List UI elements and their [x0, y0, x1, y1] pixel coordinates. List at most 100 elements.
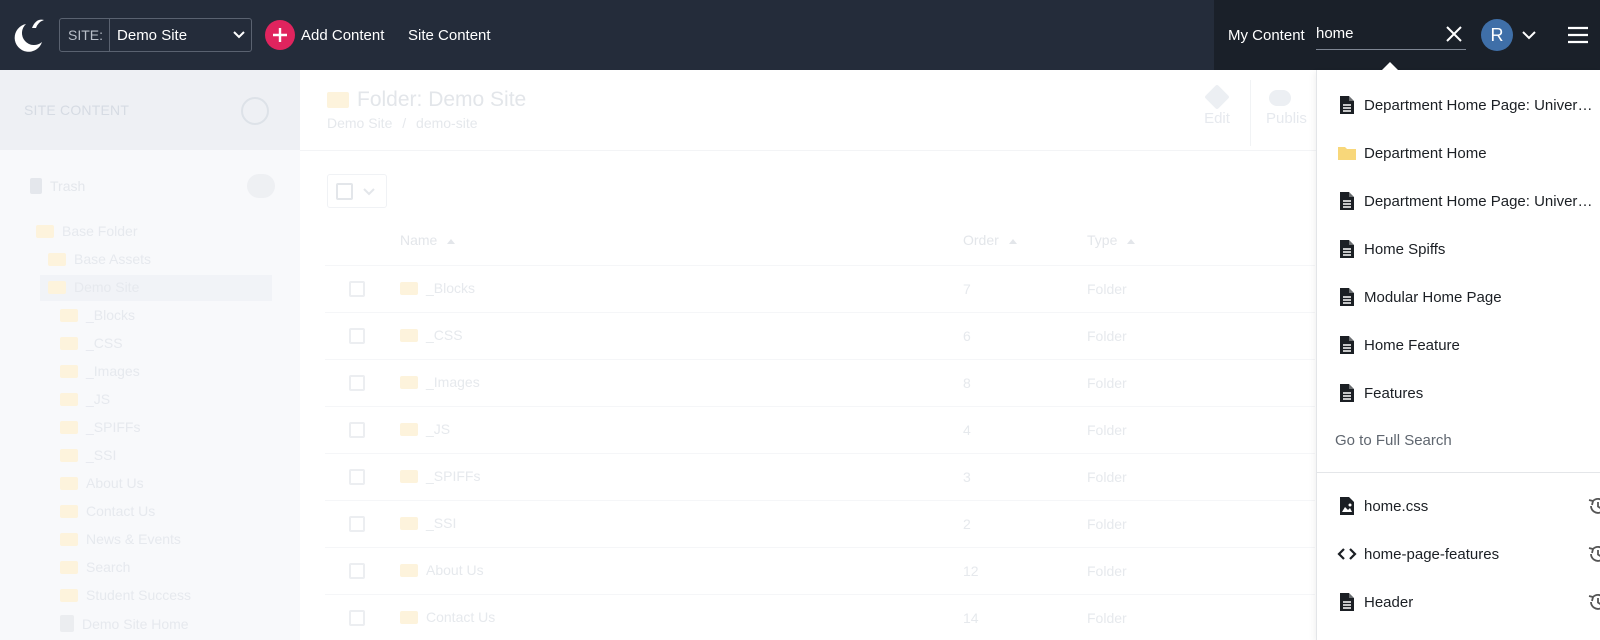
row-checkbox[interactable]	[349, 469, 365, 485]
row-name[interactable]: _Images	[400, 374, 480, 390]
select-all-checkbox[interactable]	[336, 183, 353, 200]
tree-item[interactable]: About Us	[60, 475, 144, 491]
row-checkbox[interactable]	[349, 563, 365, 579]
folder-icon	[400, 422, 418, 436]
result-label: home.css	[1364, 497, 1429, 515]
recent-item[interactable]: home.css	[1337, 486, 1600, 526]
row-checkbox[interactable]	[349, 328, 365, 344]
column-header-name[interactable]: Name	[400, 232, 456, 248]
tree-item-label: _Blocks	[86, 307, 136, 323]
table-row[interactable]: _Images 8 Folder	[325, 359, 1315, 405]
folder-icon	[60, 448, 78, 462]
page-title: Folder: Demo Site	[327, 88, 526, 112]
table-row[interactable]: _JS 4 Folder	[325, 406, 1315, 452]
tree-item[interactable]: Demo Site	[48, 279, 139, 295]
search-result-item[interactable]: Home Feature	[1337, 325, 1599, 365]
row-checkbox[interactable]	[349, 610, 365, 626]
tree-item-label: Base Assets	[74, 251, 152, 267]
chevron-down-icon[interactable]	[1520, 26, 1538, 44]
close-icon[interactable]	[1444, 24, 1464, 44]
chevron-down-icon	[227, 19, 251, 51]
row-order: 3	[963, 469, 971, 485]
tree-item[interactable]: Demo Site Home	[60, 615, 189, 632]
hamburger-menu-icon[interactable]	[1567, 25, 1589, 45]
search-result-item[interactable]: Modular Home Page	[1337, 277, 1599, 317]
table-row[interactable]: About Us 12 Folder	[325, 547, 1315, 593]
search-results-dropdown: Department Home Page: University Name Dep…	[1316, 70, 1600, 640]
breadcrumb-root[interactable]: Demo Site	[327, 115, 392, 131]
publish-button[interactable]: Publis	[1266, 88, 1307, 127]
search-result-item[interactable]: Department Home	[1337, 133, 1599, 173]
tree-item[interactable]: _Blocks	[60, 307, 135, 323]
tree-item[interactable]: Search	[60, 559, 130, 575]
row-name[interactable]: _SPIFFs	[400, 468, 480, 484]
table-row[interactable]: _SPIFFs 3 Folder	[325, 453, 1315, 499]
tree-item[interactable]: Student Success	[60, 587, 191, 603]
row-name[interactable]: Contact Us	[400, 609, 495, 625]
select-all-dropdown[interactable]	[327, 174, 387, 208]
edit-label: Edit	[1204, 110, 1230, 127]
column-header-name-label: Name	[400, 232, 438, 248]
row-checkbox[interactable]	[349, 281, 365, 297]
result-label: Modular Home Page	[1364, 288, 1502, 306]
tree-item[interactable]: _Images	[60, 363, 140, 379]
edit-button[interactable]: Edit	[1197, 84, 1237, 127]
folder-icon	[36, 224, 54, 238]
tree-item[interactable]: Contact Us	[60, 503, 155, 519]
row-type: Folder	[1087, 469, 1127, 485]
row-name[interactable]: _SSI	[400, 515, 456, 531]
add-content-label: Add Content	[301, 26, 385, 44]
row-name[interactable]: About Us	[400, 562, 484, 578]
site-selector[interactable]: SITE: Demo Site	[59, 18, 252, 52]
tree-item[interactable]: Base Folder	[36, 223, 137, 239]
tree-item[interactable]: _CSS	[60, 335, 123, 351]
tree-item[interactable]: News & Events	[60, 531, 181, 547]
history-icon	[1587, 544, 1600, 564]
search-result-item[interactable]: Department Home Page: University Name	[1337, 181, 1599, 221]
search-input[interactable]	[1316, 18, 1436, 48]
panel-title: SITE CONTENT	[24, 102, 130, 118]
row-type: Folder	[1087, 610, 1127, 626]
row-checkbox[interactable]	[349, 516, 365, 532]
recent-item[interactable]: home-page-features	[1337, 534, 1600, 574]
tree-item-label: About Us	[86, 475, 144, 491]
trash-link[interactable]: Trash	[30, 178, 85, 194]
folder-icon	[60, 560, 78, 574]
row-checkbox[interactable]	[349, 375, 365, 391]
row-type: Folder	[1087, 516, 1127, 532]
folder-icon	[60, 392, 78, 406]
row-checkbox[interactable]	[349, 422, 365, 438]
tree-item[interactable]: _JS	[60, 391, 110, 407]
cascade-logo-icon[interactable]	[12, 16, 48, 54]
tree-item-label: Demo Site Home	[82, 615, 189, 632]
recent-item[interactable]: Header	[1337, 582, 1600, 622]
cloud-icon	[1269, 90, 1291, 106]
folder-icon	[60, 308, 78, 322]
avatar[interactable]: R	[1481, 19, 1513, 51]
search-result-item[interactable]: Department Home Page: University Name	[1337, 85, 1599, 125]
row-name[interactable]: _CSS	[400, 327, 463, 343]
full-search-link[interactable]: Go to Full Search	[1335, 432, 1452, 449]
row-name[interactable]: _JS	[400, 421, 450, 437]
row-name[interactable]: _Blocks	[400, 280, 475, 296]
site-content-link[interactable]: Site Content	[408, 27, 491, 44]
table-row[interactable]: _Blocks 7 Folder	[325, 265, 1315, 311]
tree-item[interactable]: _SSI	[60, 447, 116, 463]
tree-item[interactable]: _SPIFFs	[60, 419, 140, 435]
search-result-item[interactable]: Home Spiffs	[1337, 229, 1599, 269]
table-row[interactable]: _CSS 6 Folder	[325, 312, 1315, 358]
history-icon	[1587, 496, 1600, 516]
my-content-link[interactable]: My Content	[1228, 27, 1305, 44]
page-icon	[1337, 286, 1357, 308]
folder-icon	[60, 504, 78, 518]
tree-item[interactable]: Base Assets	[48, 251, 151, 267]
table-row[interactable]: Contact Us 14 Folder	[325, 594, 1315, 640]
column-header-order[interactable]: Order	[963, 232, 1017, 248]
collapse-icon[interactable]	[241, 97, 269, 125]
trash-icon	[30, 178, 42, 194]
table-row[interactable]: _SSI 2 Folder	[325, 500, 1315, 546]
add-content-button[interactable]: Add Content	[265, 20, 384, 50]
column-header-type[interactable]: Type	[1087, 232, 1136, 248]
tree-item-label: Base Folder	[62, 223, 138, 239]
search-result-item[interactable]: Features	[1337, 373, 1599, 413]
